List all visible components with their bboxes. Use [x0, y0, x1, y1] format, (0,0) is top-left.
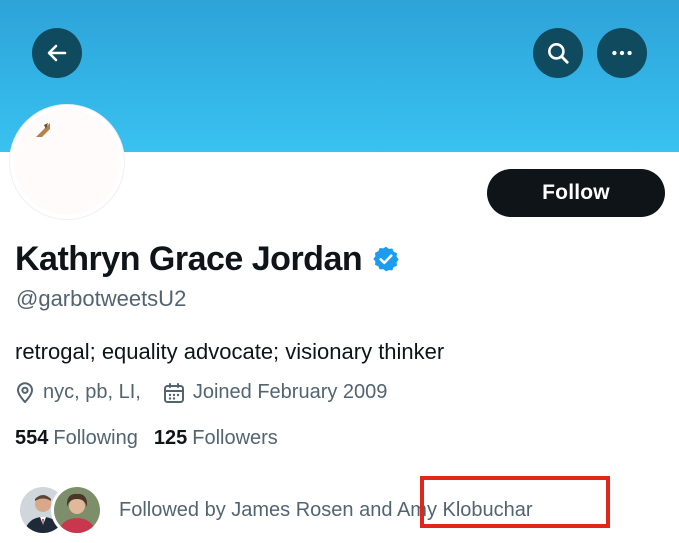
- profile-avatar[interactable]: [10, 105, 124, 219]
- avatar: [51, 484, 103, 536]
- name-row: Kathryn Grace Jordan: [15, 238, 400, 280]
- location-pin-icon: [17, 381, 33, 403]
- calendar-icon: [163, 382, 184, 403]
- follow-button[interactable]: Follow: [487, 169, 665, 217]
- verified-badge-icon: [373, 246, 399, 272]
- following-label: Following: [53, 427, 138, 449]
- profile-meta: nyc, pb, LI, Joined February 2009: [15, 381, 387, 404]
- joined-text: Joined February 2009: [192, 381, 388, 403]
- followers-label: Followers: [192, 427, 278, 449]
- annotation-highlight-box: [420, 476, 610, 528]
- location-item: nyc, pb, LI,: [15, 381, 141, 404]
- more-options-button[interactable]: [597, 28, 647, 78]
- avatar-image-fragment: [36, 123, 50, 137]
- display-name: Kathryn Grace Jordan: [15, 240, 363, 278]
- location-text: nyc, pb, LI,: [43, 381, 141, 403]
- more-horizontal-icon: [612, 50, 632, 56]
- person-photo-2: [54, 487, 100, 533]
- joined-item: Joined February 2009: [163, 381, 388, 404]
- search-icon: [548, 43, 569, 64]
- profile-bio: retrogal; equality advocate; visionary t…: [15, 339, 445, 364]
- search-button[interactable]: [533, 28, 583, 78]
- following-count: 554: [15, 427, 49, 449]
- user-handle: @garbotweetsU2: [16, 286, 187, 311]
- arrow-left-icon: [47, 44, 67, 62]
- followers-count: 125: [153, 427, 188, 449]
- follow-stats: 554 Following 125 Followers: [15, 427, 278, 450]
- followers-stat[interactable]: 125 Followers: [154, 427, 278, 450]
- followed-by-prefix: Followed by James Rosen and: [119, 498, 397, 521]
- following-stat[interactable]: 554 Following: [15, 427, 138, 450]
- back-button[interactable]: [32, 28, 82, 78]
